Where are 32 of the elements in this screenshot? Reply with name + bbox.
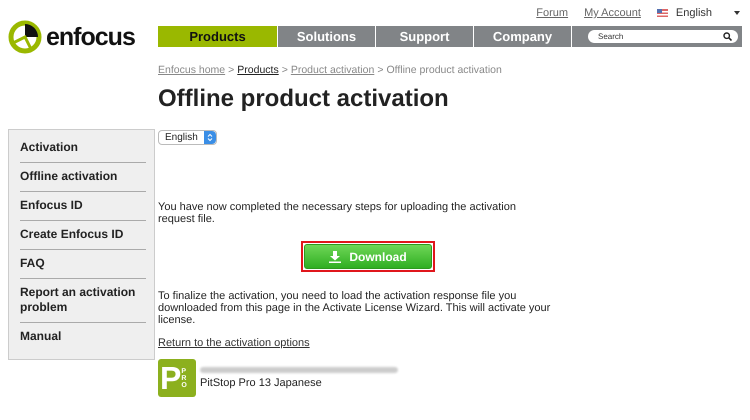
search-field[interactable]: Search [588, 30, 738, 43]
breadcrumb-link[interactable]: Enfocus home [158, 64, 226, 76]
nav-tab[interactable]: Products [158, 26, 278, 47]
breadcrumb-separator: > [282, 64, 288, 76]
instructions-text: To finalize the activation, you need to load the activation response file you downloaded from this page in the Activate License Wizard. This will activate your license. [158, 290, 552, 326]
breadcrumb-separator: > [377, 64, 384, 76]
breadcrumb-current-page: Offline product activation [386, 64, 502, 76]
top-link[interactable]: My Account [584, 7, 641, 19]
flag-icon [656, 9, 668, 17]
sidebar-item[interactable]: FAQ [20, 250, 146, 279]
breadcrumb-link[interactable]: Products [237, 64, 279, 76]
search-icon[interactable] [723, 32, 732, 41]
stepper-icon [206, 133, 213, 142]
breadcrumb-link[interactable]: Product activation [290, 64, 374, 76]
language-label[interactable]: English [676, 7, 712, 19]
caret-icon[interactable] [734, 11, 740, 15]
sidebar-item[interactable]: Offline activation [20, 163, 146, 192]
return-link[interactable]: Return to the activation options [158, 337, 750, 349]
logo-text[interactable]: enfocus [46, 22, 135, 52]
breadcrumb-separator: > [228, 64, 234, 76]
download-icon [329, 250, 342, 262]
logo-icon [8, 20, 42, 54]
product-name: PitStop Pro 13 Japanese [200, 377, 323, 389]
sidebar-item[interactable]: Manual [20, 323, 146, 351]
top-link[interactable]: Forum [536, 7, 568, 19]
sidebar-item[interactable]: Enfocus ID [20, 192, 146, 221]
sidebar-item[interactable]: Create Enfocus ID [20, 221, 146, 250]
language-select[interactable]: English [158, 130, 217, 145]
intro-text: You have now completed the necessary steps for uploading the activation request file. [158, 201, 517, 225]
sidebar-item[interactable]: Activation [20, 134, 146, 163]
sidebar-item[interactable]: Report an activation problem [20, 279, 146, 323]
page-title: Offline product activation [158, 85, 450, 113]
